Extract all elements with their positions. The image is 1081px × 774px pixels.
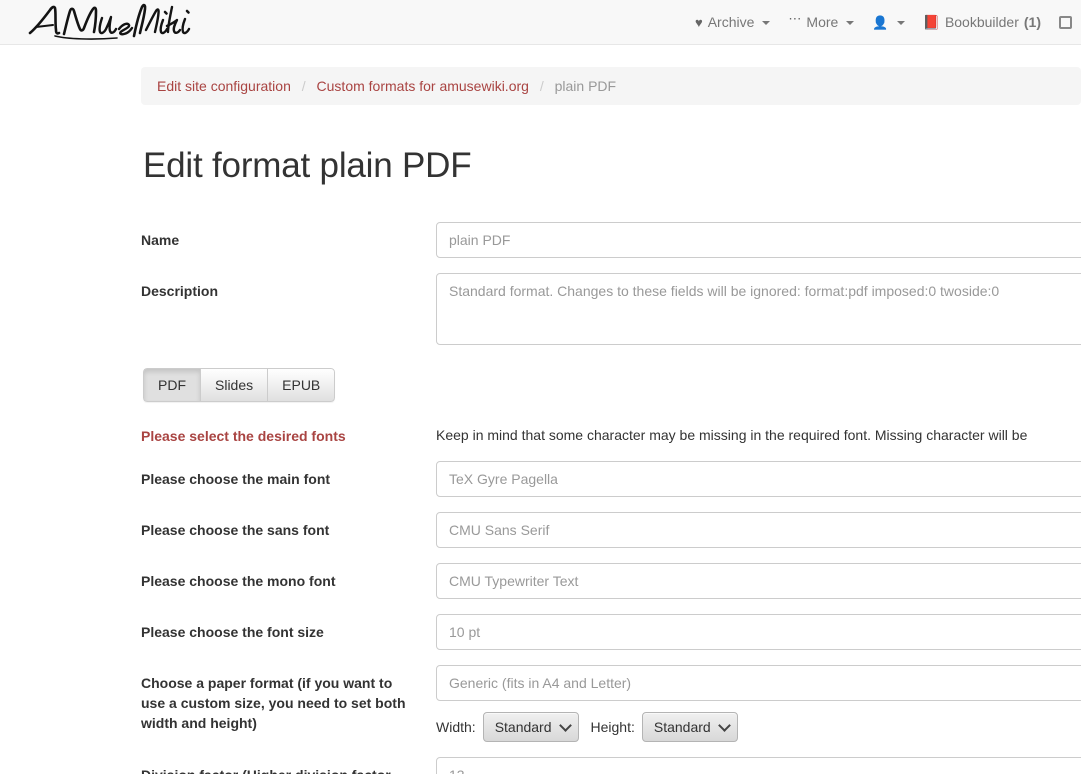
paper-format-input[interactable]	[436, 664, 1081, 701]
nav-archive[interactable]: ♥ Archive	[686, 0, 779, 44]
nav-user-menu[interactable]: 👤	[863, 0, 913, 44]
height-label: Height:	[590, 718, 635, 735]
bookbuilder-count: (1)	[1023, 14, 1041, 30]
form-row-main-font: Please choose the main font	[141, 460, 1081, 497]
width-select[interactable]: Standard	[482, 711, 579, 742]
tab-pdf[interactable]: PDF	[143, 367, 200, 402]
book-icon: 📕	[922, 14, 940, 30]
main-font-input[interactable]	[436, 460, 1081, 497]
division-factor-input[interactable]	[436, 756, 1081, 774]
ellipsis-icon: ⋯	[788, 10, 802, 26]
form-row-description: Description Standard format. Changes to …	[141, 272, 1081, 345]
top-navbar: ♥ Archive ⋯ More 👤 📕 Bookbuilder (1)	[0, 0, 1081, 45]
edit-format-form: Name Description Standard format. Change…	[141, 221, 1081, 774]
form-row-fonts-notice: Please select the desired fonts Keep in …	[141, 418, 1081, 446]
breadcrumb-link-site-config[interactable]: Edit site configuration	[157, 78, 291, 94]
nav-more[interactable]: ⋯ More	[779, 0, 863, 44]
description-label: Description	[141, 282, 219, 299]
form-row-paper-format: Choose a paper format (if you want to us…	[141, 664, 1081, 742]
height-select[interactable]: Standard	[641, 711, 738, 742]
breadcrumb-separator: /	[539, 78, 544, 94]
mono-font-input[interactable]	[436, 562, 1081, 599]
division-factor-label: Division factor (Higher division factor …	[141, 757, 436, 774]
amusewiki-logo-icon	[28, 3, 191, 40]
sans-font-label: Please choose the sans font	[141, 521, 330, 538]
form-row-mono-font: Please choose the mono font	[141, 562, 1081, 599]
square-icon	[1059, 15, 1072, 29]
breadcrumb: Edit site configuration / Custom formats…	[141, 67, 1081, 105]
breadcrumb-current: plain PDF	[554, 78, 617, 94]
form-row-font-size: Please choose the font size	[141, 613, 1081, 650]
sans-font-input[interactable]	[436, 511, 1081, 548]
chevron-down-icon	[717, 718, 731, 732]
navbar-links: ♥ Archive ⋯ More 👤 📕 Bookbuilder (1)	[686, 0, 1081, 44]
page-content: Edit site configuration / Custom formats…	[0, 67, 1081, 774]
width-select-value: Standard	[494, 718, 552, 735]
tab-epub[interactable]: EPUB	[267, 367, 336, 402]
description-textarea[interactable]: Standard format. Changes to these fields…	[436, 272, 1081, 345]
form-row-sans-font: Please choose the sans font	[141, 511, 1081, 548]
height-select-value: Standard	[653, 718, 711, 735]
site-logo[interactable]	[22, 0, 202, 44]
name-label: Name	[141, 231, 180, 248]
form-row-division-factor: Division factor (Higher division factor …	[141, 756, 1081, 774]
font-size-input[interactable]	[436, 613, 1081, 650]
width-label: Width:	[436, 718, 476, 735]
name-input[interactable]	[436, 221, 1081, 258]
breadcrumb-link-custom-formats[interactable]: Custom formats for amusewiki.org	[317, 78, 529, 94]
chevron-down-icon	[558, 718, 572, 732]
nav-bookbuilder[interactable]: 📕 Bookbuilder (1)	[914, 0, 1051, 44]
chevron-down-icon	[762, 21, 771, 25]
heart-icon: ♥	[695, 14, 703, 30]
nav-panel-toggle[interactable]	[1050, 0, 1081, 44]
chevron-down-icon	[896, 21, 905, 25]
user-icon: 👤	[872, 14, 889, 30]
fonts-help-text: Keep in mind that some character may be …	[436, 426, 1028, 443]
fonts-notice-label: Please select the desired fonts	[141, 427, 346, 444]
paper-size-selects: Width: Standard Height: Standard	[436, 711, 1081, 742]
nav-bookbuilder-label: Bookbuilder	[944, 14, 1019, 30]
form-row-name: Name	[141, 221, 1081, 258]
nav-more-label: More	[806, 14, 839, 30]
font-size-label: Please choose the font size	[141, 623, 324, 640]
page-title: Edit format plain PDF	[143, 146, 472, 185]
format-type-tabs: PDF Slides EPUB	[143, 367, 336, 402]
tab-slides[interactable]: Slides	[200, 367, 268, 402]
paper-format-label: Choose a paper format (if you want to us…	[141, 674, 406, 731]
nav-archive-label: Archive	[707, 14, 755, 30]
main-font-label: Please choose the main font	[141, 470, 331, 487]
chevron-down-icon	[846, 21, 855, 25]
breadcrumb-separator: /	[301, 78, 306, 94]
mono-font-label: Please choose the mono font	[141, 572, 336, 589]
